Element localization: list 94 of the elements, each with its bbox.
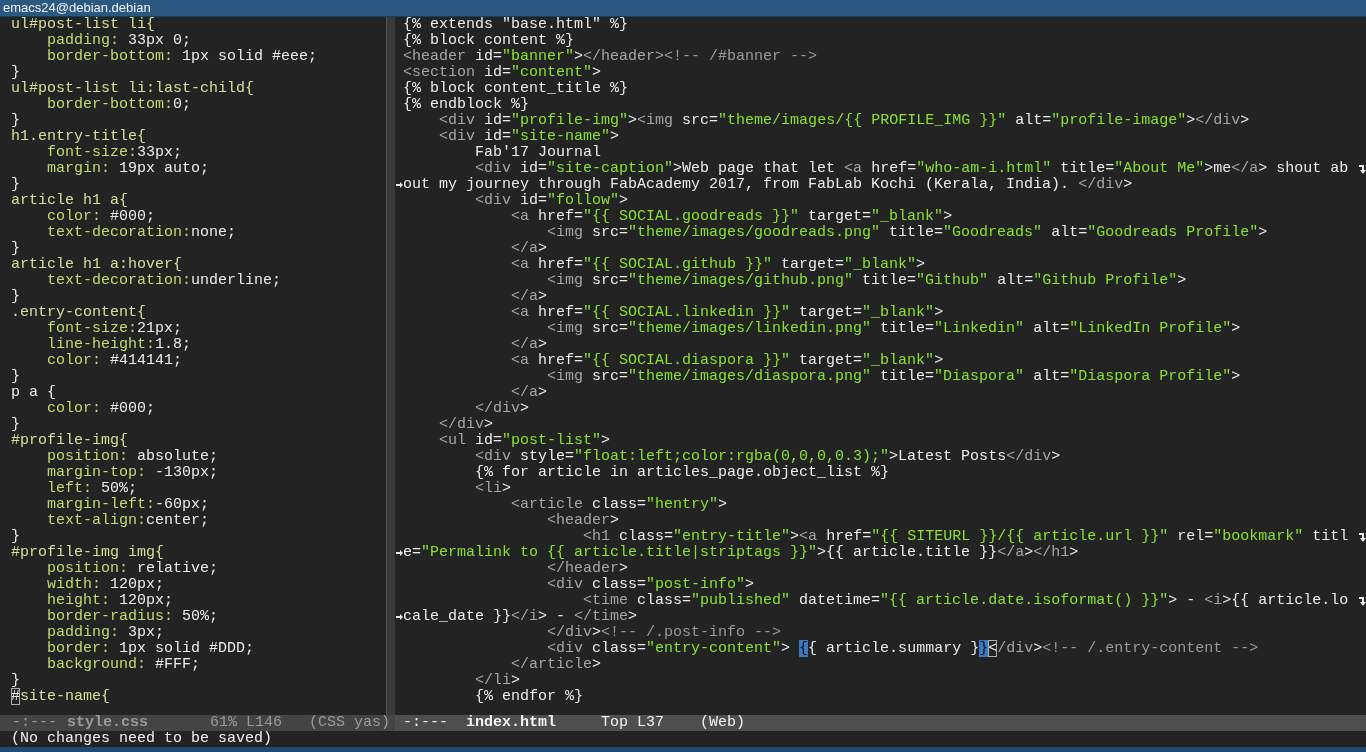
code-line: <a href="{{ SOCIAL.diaspora }}" target="_blank"> (510, 353, 945, 369)
code-line: <div id="site-caption">Web page that let <a href="who-am-i.html" title="About Me">me</a> shout ab (474, 161, 1350, 177)
code-line: <div style="float:left;color:rgba(0,0,0,0.3);">Latest Posts</div> (474, 449, 1062, 465)
code-line: text-align:center; (46, 513, 211, 529)
code-line: position: absolute; (46, 449, 220, 465)
code-line: left: 50%; (46, 481, 139, 497)
code-line: <div id="site-name"> (438, 129, 621, 145)
code-line: <img src="theme/images/linkedin.png" title="Linkedin" alt="LinkedIn Profile"> (546, 321, 1242, 337)
code-line: background: #FFF; (46, 657, 202, 673)
code-line: h1.entry-title{ (11, 129, 148, 145)
code-line: .entry-content{ (11, 305, 148, 321)
code-line: <a href="{{ SOCIAL.linkedin }}" target="_blank"> (510, 305, 945, 321)
code-line: </li> (474, 673, 522, 689)
code-line: } (11, 673, 21, 689)
code-line: <h1 class="entry-title"><a href="{{ SITEURL }}/{{ article.url }}" rel="bookmark" titl (582, 529, 1350, 545)
code-line: <a href="{{ SOCIAL.goodreads }}" target="_blank"> (510, 209, 954, 225)
code-line: <a href="{{ SOCIAL.github }}" target="_blank"> (510, 257, 927, 273)
code-line: #profile-img img{ (11, 545, 166, 561)
code-line: <div id="follow"> (474, 193, 630, 209)
code-line: } (11, 369, 21, 385)
code-line: {% endblock %} (403, 97, 531, 113)
code-line: line-height:1.8; (46, 337, 193, 353)
code-line: width: 120px; (46, 577, 166, 593)
code-line: out my journey through FabAcademy 2017, from FabLab Kochi (Kerala, India). </div> (403, 177, 1134, 193)
code-line: font-size:21px; (46, 321, 184, 337)
code-line: } (11, 417, 21, 433)
code-line: </a> (510, 241, 549, 257)
code-line: p a { (11, 385, 57, 401)
code-line: article h1 a:hover{ (11, 257, 184, 273)
code-line: font-size:33px; (46, 145, 184, 161)
code-line: <div class="post-info"> (546, 577, 756, 593)
code-line: color: #000; (46, 401, 157, 417)
code-line: #profile-img{ (11, 433, 130, 449)
code-line: border: 1px solid #DDD; (46, 641, 256, 657)
code-line: {% extends "base.html" %} (403, 17, 630, 33)
code-line: </div> (438, 417, 495, 433)
code-line: </a> (510, 385, 549, 401)
code-line: e="Permalink to {{ article.title|striptags }}">{{ article.title }}</a></h1> (403, 545, 1080, 561)
code-line: Fab'17 Journal (474, 145, 603, 161)
code-line: margin: 19px auto; (46, 161, 211, 177)
code-line: border-bottom:0; (46, 97, 193, 113)
code-line: padding: 33px 0; (46, 33, 193, 49)
code-line: {% for article in articles_page.object_list %} (474, 465, 891, 481)
major-mode: (Web) (700, 715, 746, 731)
code-line: <div id="profile-img"><img src="theme/images/{{ PROFILE_IMG }}" alt="profile-image"></div> (438, 113, 1251, 129)
mode-status: -:--- (12, 715, 57, 731)
window-title: emacs24@debian.debian (0, 0, 1366, 17)
code-line: {% block content_title %} (403, 81, 630, 97)
code-line: </a> (510, 337, 549, 353)
code-line: </header> (546, 561, 630, 577)
code-line: color: #000; (46, 209, 157, 225)
code-line: height: 120px; (46, 593, 175, 609)
code-line: <img src="theme/images/diaspora.png" title="Diaspora" alt="Diaspora Profile"> (546, 369, 1242, 385)
code-line: text-decoration:underline; (46, 273, 283, 289)
buffer-position: 61% L146 (210, 715, 283, 731)
code-line: color: #414141; (46, 353, 184, 369)
code-line: } (11, 241, 21, 257)
code-line: border-bottom: 1px solid #eee; (46, 49, 319, 65)
code-line: </article> (511, 657, 603, 673)
code-line: <ul id="post-list"> (438, 433, 612, 449)
code-line: } (11, 529, 21, 545)
echo-area: (No changes need to be saved) (0, 731, 1366, 747)
code-line: <article class="hentry"> (510, 497, 729, 513)
code-line: ul#post-list li{ (11, 17, 157, 33)
buffer-name[interactable]: index.html (466, 715, 557, 731)
code-line: <img src="theme/images/github.png" title="Github" alt="Github Profile"> (546, 273, 1188, 289)
code-line: position: relative; (46, 561, 220, 577)
code-line: } (11, 113, 21, 129)
code-line: <img src="theme/images/goodreads.png" title="Goodreads" alt="Goodreads Profile"> (546, 225, 1269, 241)
code-line: } (11, 65, 21, 81)
code-line: <time class="published" datetime="{{ article.date.isoformat() }}"> - <i>{{ article.lo (582, 593, 1350, 609)
major-mode: (CSS yas) (309, 715, 391, 731)
code-line: <div class="entry-content"> {{ article.summary }}</div><!-- /.entry-content --> (546, 641, 1260, 657)
code-line: <section id="content"> (403, 65, 603, 81)
code-line: {% block content %} (403, 33, 576, 49)
code-line: <header> (546, 513, 621, 529)
code-line: padding: 3px; (46, 625, 166, 641)
code-line: } (11, 289, 21, 305)
code-line: </a> (510, 289, 549, 305)
code-line: text-decoration:none; (46, 225, 238, 241)
code-line: <header id="banner"></header><!-- /#banner --> (403, 49, 819, 65)
code-line: cale_date }}</i> - </time> (403, 609, 639, 625)
code-line: article h1 a{ (11, 193, 130, 209)
mode-status: -:--- (403, 715, 448, 731)
code-line: <li> (474, 481, 512, 497)
code-line: ul#post-list li:last-child{ (11, 81, 256, 97)
code-line: </div><!-- /.post-info --> (546, 625, 783, 641)
code-line: {% endfor %} (474, 689, 585, 705)
code-line: border-radius: 50%; (46, 609, 220, 625)
buffer-position: Top L37 (601, 715, 665, 731)
code-line: margin-left:-60px; (46, 497, 211, 513)
code-line: margin-top: -130px; (46, 465, 220, 481)
code-line: } (11, 177, 21, 193)
code-line: </div> (474, 401, 531, 417)
